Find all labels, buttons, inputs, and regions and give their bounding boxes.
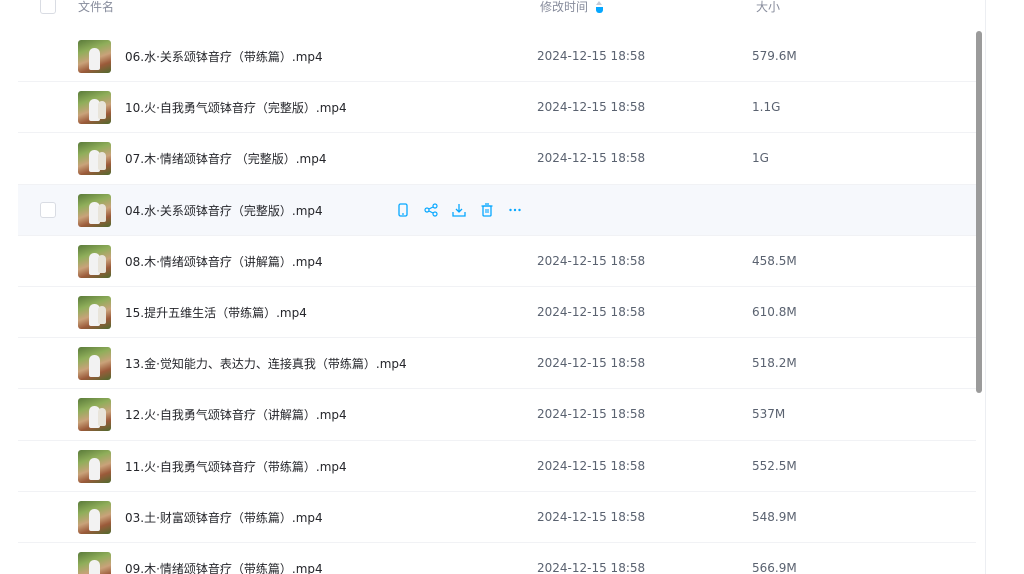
file-modified-time: 2024-12-15 18:58 [537, 49, 646, 63]
vertical-scrollbar[interactable] [976, 31, 982, 393]
file-modified-time: 2024-12-15 18:58 [537, 407, 646, 422]
file-modified-time: 2024-12-15 18:58 [537, 509, 646, 524]
file-row[interactable]: 06.水·关系颂钵音疗（带练篇）.mp4 2024-12-15 18:58 57… [18, 31, 976, 83]
file-modified-time: 2024-12-15 18:58 [537, 151, 646, 166]
file-name[interactable]: 06.水·关系颂钵音疗（带练篇）.mp4 [125, 48, 323, 65]
column-header-modified-time-label: 修改时间 [540, 0, 589, 14]
file-name[interactable]: 13.金·觉知能力、表达力、连接真我（带练篇）.mp4 [125, 355, 407, 372]
file-size: 1G [752, 151, 769, 166]
file-name[interactable]: 08.木·情绪颂钵音疗（讲解篇）.mp4 [125, 253, 323, 270]
file-name[interactable]: 03.土·财富颂钵音疗（带练篇）.mp4 [125, 509, 323, 526]
share-icon[interactable] [422, 201, 440, 219]
video-thumbnail [78, 449, 111, 483]
file-size: 518.2M [752, 356, 797, 371]
file-size: 566.9M [752, 560, 797, 574]
file-list-panel: 文件名 修改时间 大小 06.水·关系颂钵音疗（带练篇）.mp4 2024-12… [18, 0, 986, 574]
file-name[interactable]: 11.火·自我勇气颂钵音疗（带练篇）.mp4 [125, 458, 347, 475]
file-row[interactable]: 08.木·情绪颂钵音疗（讲解篇）.mp4 2024-12-15 18:58 45… [18, 236, 976, 287]
select-all-checkbox[interactable] [40, 0, 56, 14]
file-size: 537M [752, 407, 786, 422]
file-size: 458.5M [752, 253, 797, 268]
more-icon[interactable] [506, 201, 524, 219]
file-modified-time: 2024-12-15 18:58 [537, 304, 646, 319]
file-modified-time: 2024-12-15 18:58 [537, 458, 646, 473]
file-name[interactable]: 10.火·自我勇气颂钵音疗（完整版）.mp4 [125, 99, 347, 116]
file-modified-time: 2024-12-15 18:58 [537, 356, 646, 371]
file-size: 610.8M [752, 304, 797, 319]
video-thumbnail [78, 193, 111, 227]
file-size: 579.6M [752, 49, 797, 63]
video-thumbnail [78, 347, 111, 381]
file-rows: 06.水·关系颂钵音疗（带练篇）.mp4 2024-12-15 18:58 57… [18, 31, 976, 574]
video-thumbnail [78, 398, 111, 432]
file-size: 548.9M [752, 509, 797, 524]
video-thumbnail [78, 40, 111, 73]
file-name[interactable]: 07.木·情绪颂钵音疗 （完整版）.mp4 [125, 150, 326, 167]
video-thumbnail [78, 295, 111, 329]
file-name[interactable]: 12.火·自我勇气颂钵音疗（讲解篇）.mp4 [125, 406, 347, 423]
file-size: 1.1G [752, 100, 781, 115]
column-header-size[interactable]: 大小 [756, 0, 780, 15]
video-thumbnail [78, 244, 111, 278]
file-name[interactable]: 15.提升五维生活（带练篇）.mp4 [125, 304, 307, 321]
row-actions [394, 201, 524, 219]
file-row[interactable]: 13.金·觉知能力、表达力、连接真我（带练篇）.mp4 2024-12-15 1… [18, 338, 976, 390]
download-icon[interactable] [450, 201, 468, 219]
column-header-name[interactable]: 文件名 [78, 0, 114, 15]
file-row[interactable]: 10.火·自我勇气颂钵音疗（完整版）.mp4 2024-12-15 18:58 … [18, 82, 976, 134]
delete-icon[interactable] [478, 201, 496, 219]
file-list-header: 文件名 修改时间 大小 [18, 0, 976, 32]
video-thumbnail [78, 500, 111, 534]
file-modified-time: 2024-12-15 18:58 [537, 560, 646, 574]
video-thumbnail [78, 142, 111, 176]
file-row[interactable]: 03.土·财富颂钵音疗（带练篇）.mp4 2024-12-15 18:58 54… [18, 492, 976, 543]
file-row[interactable]: 15.提升五维生活（带练篇）.mp4 2024-12-15 18:58 610.… [18, 287, 976, 339]
file-name[interactable]: 04.水·关系颂钵音疗（完整版）.mp4 [125, 202, 323, 219]
video-thumbnail [78, 91, 111, 125]
column-header-modified-time[interactable]: 修改时间 [540, 0, 604, 15]
file-row[interactable]: 11.火·自我勇气颂钵音疗（带练篇）.mp4 2024-12-15 18:58 … [18, 441, 976, 492]
file-row-hovered[interactable]: 04.水·关系颂钵音疗（完整版）.mp4 [18, 184, 976, 236]
video-thumbnail [78, 551, 111, 574]
phone-icon[interactable] [394, 201, 412, 219]
file-modified-time: 2024-12-15 18:58 [537, 253, 646, 268]
file-modified-time: 2024-12-15 18:58 [537, 100, 646, 115]
file-size: 552.5M [752, 458, 797, 473]
file-row[interactable]: 09.木·情绪颂钵音疗（带练篇）.mp4 2024-12-15 18:58 56… [18, 543, 976, 574]
row-checkbox[interactable] [40, 201, 56, 218]
file-row[interactable]: 07.木·情绪颂钵音疗 （完整版）.mp4 2024-12-15 18:58 1… [18, 133, 976, 185]
file-name[interactable]: 09.木·情绪颂钵音疗（带练篇）.mp4 [125, 560, 323, 574]
sort-descending-icon[interactable] [596, 0, 604, 13]
file-row[interactable]: 12.火·自我勇气颂钵音疗（讲解篇）.mp4 2024-12-15 18:58 … [18, 389, 976, 441]
